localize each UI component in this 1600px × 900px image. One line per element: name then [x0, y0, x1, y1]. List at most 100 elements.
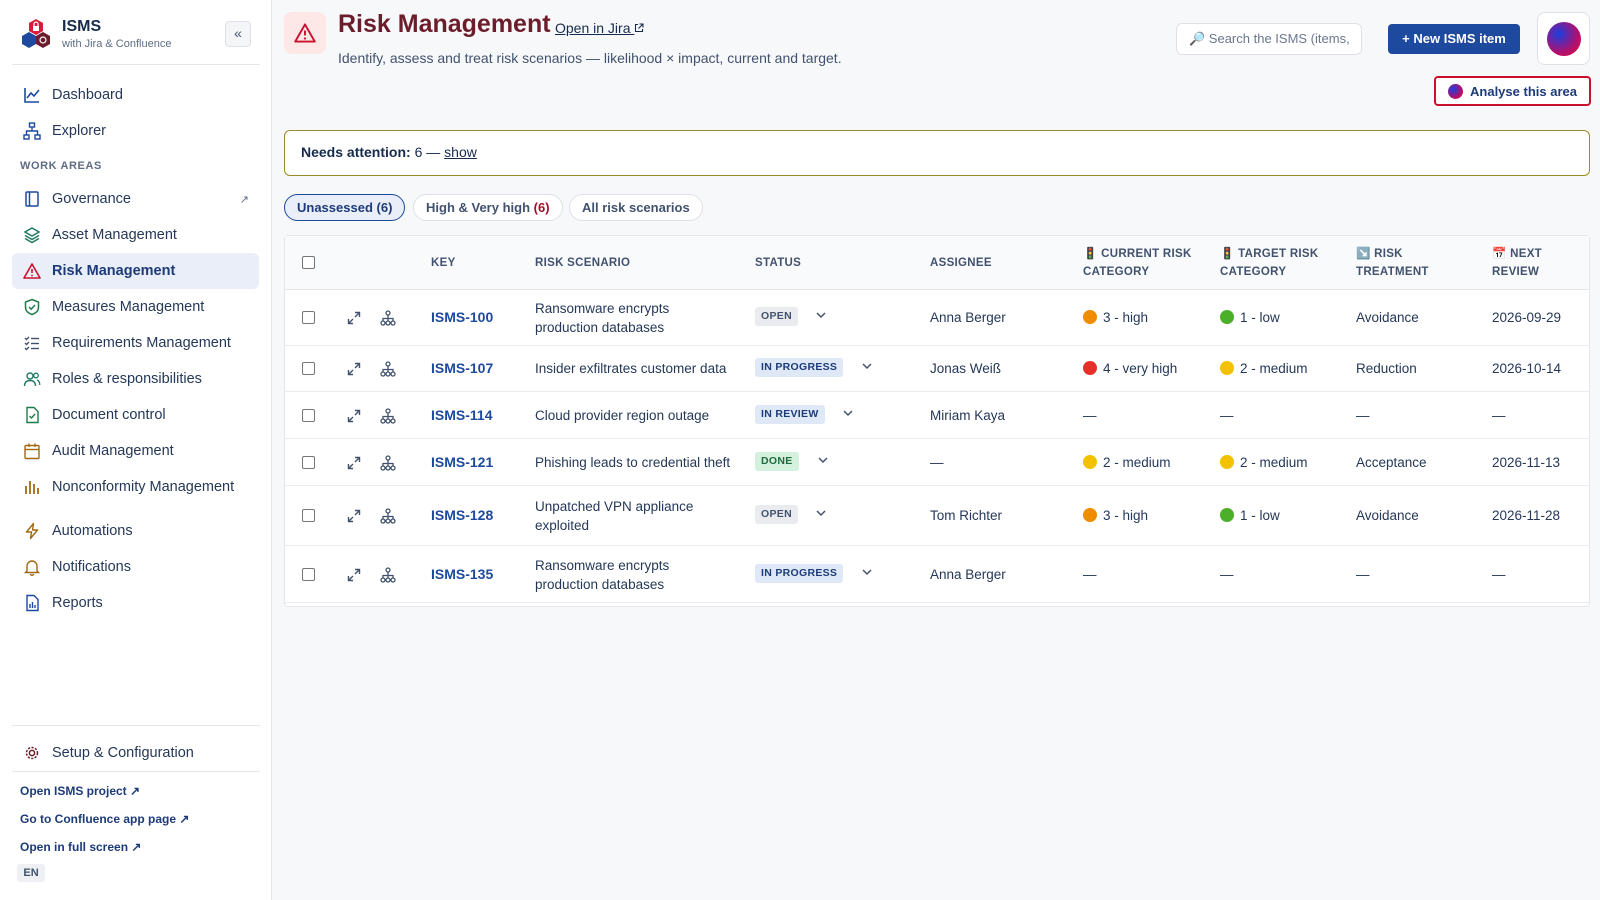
analyse-area-button[interactable]: Analyse this area — [1434, 76, 1591, 106]
sidebar-item-setup[interactable]: Setup & Configuration — [12, 735, 259, 771]
issue-key-link[interactable]: ISMS-107 — [431, 359, 493, 378]
issue-key-link[interactable]: ISMS-100 — [431, 308, 493, 327]
sidebar-item-dashboard[interactable]: Dashboard — [12, 77, 259, 113]
language-badge[interactable]: EN — [17, 864, 45, 882]
risk-scenario[interactable]: Phishing leads to credential theft — [535, 453, 730, 472]
expand-icon[interactable] — [345, 309, 363, 327]
scenario-line: production databases — [535, 577, 665, 592]
table-row[interactable]: ISMS-114 Cloud provider region outage IN R… — [285, 392, 1589, 439]
assignee[interactable]: Tom Richter — [930, 506, 1002, 525]
status-dropdown-chevron-icon[interactable] — [815, 507, 827, 522]
hierarchy-icon[interactable] — [379, 360, 397, 378]
row-checkbox[interactable] — [302, 362, 315, 375]
hierarchy-icon[interactable] — [379, 454, 397, 472]
filter-all-risk-scenarios[interactable]: All risk scenarios — [569, 194, 703, 221]
sidebar-item-document-control[interactable]: Document control — [12, 397, 259, 433]
hierarchy-icon[interactable] — [379, 566, 397, 584]
row-checkbox[interactable] — [302, 456, 315, 469]
row-checkbox[interactable] — [302, 568, 315, 581]
col-label: ↘️ RISK — [1356, 248, 1403, 260]
col-assignee[interactable]: ASSIGNEE — [930, 254, 992, 272]
sidebar-item-roles-responsibilities[interactable]: Roles & responsibilities — [12, 361, 259, 397]
new-isms-item-button[interactable]: + New ISMS item — [1388, 24, 1520, 54]
search-input[interactable]: 🔎 Search the ISMS (items, — [1176, 23, 1362, 55]
status-badge[interactable]: IN PROGRESS — [755, 564, 844, 583]
table-row[interactable]: ISMS-135 Ransomware encrypts production da… — [285, 546, 1589, 603]
sidebar-item-reports[interactable]: Reports — [12, 585, 259, 621]
assignee[interactable]: Jonas Weiß — [930, 359, 1001, 378]
table-row[interactable]: ISMS-128 Unpatched VPN appliance exploited… — [285, 486, 1589, 546]
hierarchy-icon[interactable] — [379, 507, 397, 525]
risk-scenario[interactable]: Ransomware encrypts production databases — [535, 299, 669, 337]
full-screen-link[interactable]: Open in full screen ↗ — [20, 840, 141, 854]
filter-high-very-high[interactable]: High & Very high (6) — [413, 194, 563, 221]
sidebar: ISMS with Jira & Confluence « Dashboard … — [0, 0, 272, 900]
expand-icon[interactable] — [345, 407, 363, 425]
user-avatar-button[interactable] — [1537, 12, 1590, 65]
assignee[interactable]: Miriam Kaya — [930, 406, 1005, 425]
open-in-jira-link[interactable]: Open in Jira — [555, 20, 644, 36]
scenario-line: production databases — [535, 320, 665, 335]
status-badge[interactable]: IN PROGRESS — [755, 358, 844, 377]
assignee[interactable]: Anna Berger — [930, 565, 1006, 584]
risk-scenario[interactable]: Unpatched VPN appliance exploited — [535, 497, 693, 535]
sidebar-item-asset-management[interactable]: Asset Management — [12, 217, 259, 253]
col-status[interactable]: STATUS — [755, 254, 801, 272]
table-row[interactable]: ISMS-100 Ransomware encrypts production da… — [285, 290, 1589, 346]
col-target-risk[interactable]: 🚦 TARGET RISK CATEGORY — [1220, 245, 1319, 281]
status-dropdown-chevron-icon[interactable] — [861, 360, 873, 375]
collapse-sidebar-button[interactable]: « — [225, 21, 251, 47]
sidebar-item-notifications[interactable]: Notifications — [12, 549, 259, 585]
sidebar-item-explorer[interactable]: Explorer — [12, 113, 259, 149]
status-dropdown-chevron-icon[interactable] — [842, 407, 854, 422]
expand-icon[interactable] — [345, 566, 363, 584]
hierarchy-icon[interactable] — [379, 309, 397, 327]
sidebar-item-requirements-management[interactable]: Requirements Management — [12, 325, 259, 361]
risk-scenario[interactable]: Insider exfiltrates customer data — [535, 359, 726, 378]
risk-scenario[interactable]: Cloud provider region outage — [535, 406, 709, 425]
assignee[interactable]: Anna Berger — [930, 308, 1006, 327]
assignee[interactable]: — — [930, 453, 944, 472]
sidebar-item-nonconformity-management[interactable]: Nonconformity Management — [12, 469, 259, 505]
hierarchy-icon — [22, 121, 42, 141]
hierarchy-icon[interactable] — [379, 407, 397, 425]
risk-scenario[interactable]: Ransomware encrypts production databases — [535, 556, 669, 594]
checklist-icon — [22, 333, 42, 353]
sidebar-item-automations[interactable]: Automations — [12, 513, 259, 549]
expand-icon[interactable] — [345, 454, 363, 472]
risk-treatment: Avoidance — [1356, 310, 1419, 325]
col-next-review[interactable]: 📅 NEXT REVIEW — [1492, 245, 1542, 281]
expand-icon[interactable] — [345, 507, 363, 525]
table-row[interactable]: ISMS-107 Insider exfiltrates customer dat… — [285, 346, 1589, 392]
sidebar-item-risk-management[interactable]: Risk Management — [12, 253, 259, 289]
col-risk-scenario[interactable]: RISK SCENARIO — [535, 254, 630, 272]
status-dropdown-chevron-icon[interactable] — [861, 566, 873, 581]
sidebar-item-governance[interactable]: Governance ↗ — [12, 181, 259, 217]
sidebar-item-measures-management[interactable]: Measures Management — [12, 289, 259, 325]
status-badge[interactable]: IN REVIEW — [755, 405, 825, 424]
status-badge[interactable]: DONE — [755, 452, 799, 471]
expand-icon[interactable] — [345, 360, 363, 378]
sidebar-item-audit-management[interactable]: Audit Management — [12, 433, 259, 469]
select-all-checkbox[interactable] — [302, 256, 315, 269]
col-risk-treatment[interactable]: ↘️ RISK TREATMENT — [1356, 245, 1429, 281]
confluence-app-page-link[interactable]: Go to Confluence app page ↗ — [20, 812, 189, 826]
status-dropdown-chevron-icon[interactable] — [817, 454, 829, 469]
issue-key-link[interactable]: ISMS-121 — [431, 453, 493, 472]
status-badge[interactable]: OPEN — [755, 307, 798, 326]
row-checkbox[interactable] — [302, 311, 315, 324]
status-badge[interactable]: OPEN — [755, 505, 798, 524]
issue-key-link[interactable]: ISMS-135 — [431, 565, 493, 584]
attention-show-link[interactable]: show — [444, 144, 477, 160]
row-checkbox[interactable] — [302, 409, 315, 422]
issue-key-link[interactable]: ISMS-114 — [431, 406, 492, 425]
table-row[interactable]: ISMS-121 Phishing leads to credential the… — [285, 439, 1589, 486]
open-isms-project-link[interactable]: Open ISMS project ↗ — [20, 784, 140, 798]
sidebar-item-label: Governance — [52, 191, 131, 207]
issue-key-link[interactable]: ISMS-128 — [431, 506, 493, 525]
filter-unassessed[interactable]: Unassessed (6) — [284, 194, 406, 221]
row-checkbox[interactable] — [302, 509, 315, 522]
col-current-risk[interactable]: 🚦 CURRENT RISK CATEGORY — [1083, 245, 1192, 281]
status-dropdown-chevron-icon[interactable] — [815, 309, 827, 324]
col-key[interactable]: KEY — [431, 254, 456, 272]
